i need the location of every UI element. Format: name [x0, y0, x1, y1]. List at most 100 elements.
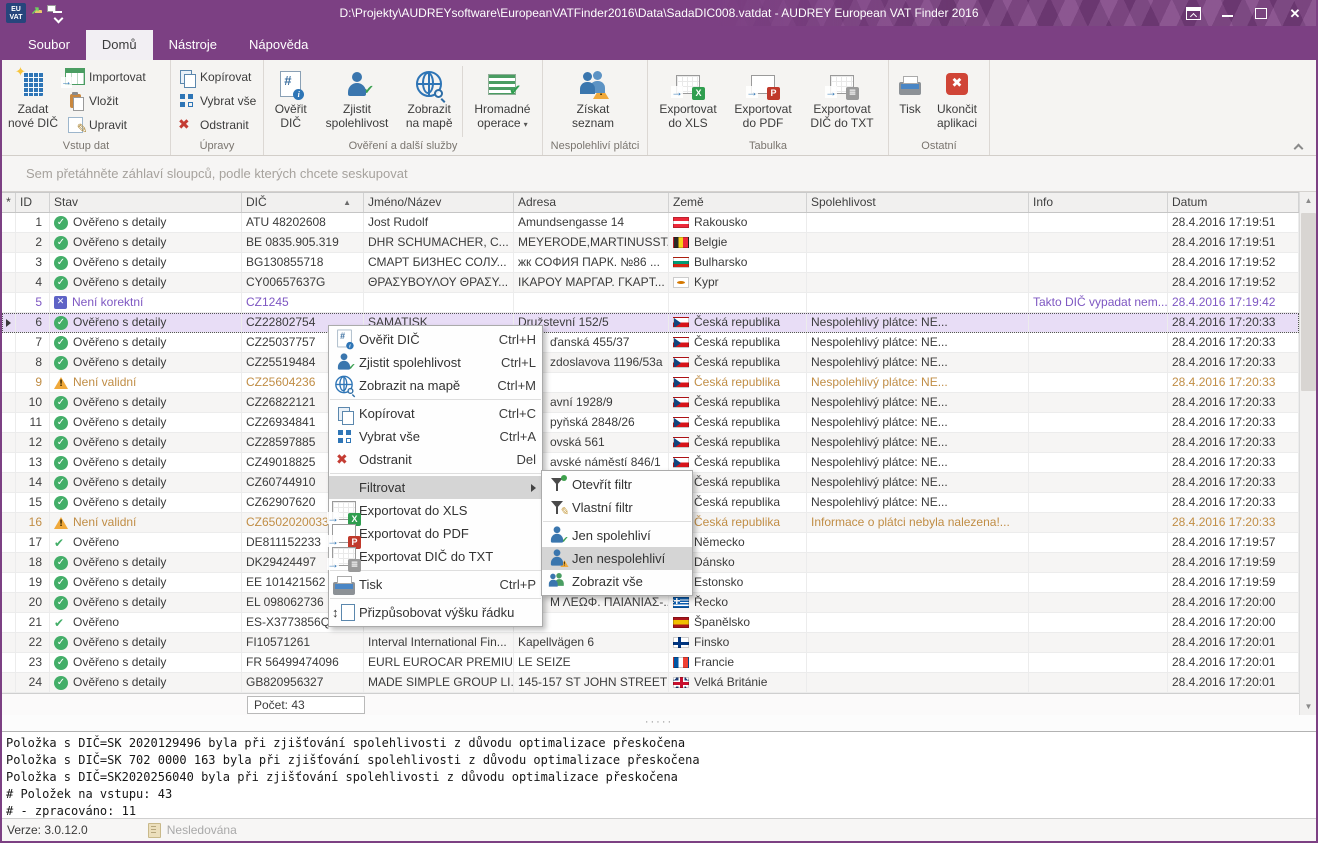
- ribbon-button-ziskat-seznam[interactable]: Získatseznam: [545, 62, 641, 130]
- cell-stav[interactable]: Ověřeno s detaily: [50, 673, 242, 693]
- column-header-name[interactable]: Jméno/Název: [364, 193, 514, 212]
- cell-info[interactable]: [1029, 413, 1168, 433]
- cell-country[interactable]: Česká republika: [669, 433, 807, 453]
- cell-rel[interactable]: Nespolehlivý plátce: NE...: [807, 453, 1029, 473]
- cell-datum[interactable]: 28.4.2016 17:20:33: [1168, 393, 1299, 413]
- cell-info[interactable]: [1029, 253, 1168, 273]
- cell-id[interactable]: 20: [16, 593, 50, 613]
- cell-stav[interactable]: Ověřeno s detaily: [50, 253, 242, 273]
- cell-id[interactable]: 13: [16, 453, 50, 473]
- cell-stav[interactable]: Ověřeno s detaily: [50, 233, 242, 253]
- cell-id[interactable]: 9: [16, 373, 50, 393]
- table-row[interactable]: 20Ověřeno s detailyEL 098062736Μ ΛΕΩΦ. Π…: [2, 593, 1299, 613]
- cell-id[interactable]: 23: [16, 653, 50, 673]
- cell-country[interactable]: Česká republika: [669, 373, 807, 393]
- group-by-drop-zone[interactable]: Sem přetáhněte záhlaví sloupců, podle kt…: [2, 156, 1316, 192]
- column-header-country[interactable]: Země: [669, 193, 807, 212]
- ribbon-button-zobrazit-na-mape[interactable]: Zobrazitna mapě: [399, 62, 460, 130]
- cell-country[interactable]: Česká republika: [669, 313, 807, 333]
- cell-rel[interactable]: Nespolehlivý plátce: NE...: [807, 333, 1029, 353]
- cell-datum[interactable]: 28.4.2016 17:20:33: [1168, 453, 1299, 473]
- cell-rel[interactable]: [807, 613, 1029, 633]
- menu-item-odstranit[interactable]: OdstranitDel: [329, 448, 542, 471]
- cell-info[interactable]: [1029, 273, 1168, 293]
- cell-stav[interactable]: Ověřeno: [50, 613, 242, 633]
- cell-info[interactable]: Takto DIČ vypadat nem...: [1029, 293, 1168, 313]
- cell-datum[interactable]: 28.4.2016 17:19:59: [1168, 553, 1299, 573]
- cell-datum[interactable]: 28.4.2016 17:19:52: [1168, 273, 1299, 293]
- table-row[interactable]: 11Ověřeno s detailyCZ26934841pyňská 2848…: [2, 413, 1299, 433]
- cell-addr[interactable]: жк СОФИЯ ПАРК. №86 ...: [514, 253, 669, 273]
- cell-addr[interactable]: [514, 293, 669, 313]
- table-row[interactable]: 4Ověřeno s detailyCY00657637GΘΡΑΣΥΒΟΥΛΟΥ…: [2, 273, 1299, 293]
- cell-country[interactable]: Česká republika: [669, 413, 807, 433]
- cell-addr[interactable]: MEYERODE,MARTINUSST...: [514, 233, 669, 253]
- menu-item-filtrovat[interactable]: Filtrovat: [329, 476, 542, 499]
- cell-datum[interactable]: 28.4.2016 17:20:01: [1168, 673, 1299, 693]
- table-row[interactable]: 9Není validníCZ25604236Česká republikaNe…: [2, 373, 1299, 393]
- table-row[interactable]: 23Ověřeno s detailyFR 56499474096EURL EU…: [2, 653, 1299, 673]
- cell-name[interactable]: EURL EUROCAR PREMIU...: [364, 653, 514, 673]
- cell-info[interactable]: [1029, 533, 1168, 553]
- menu-item-exportovat-do-xls[interactable]: Exportovat do XLS: [329, 499, 542, 522]
- tab-napoveda[interactable]: Nápověda: [233, 30, 324, 60]
- cell-info[interactable]: [1029, 633, 1168, 653]
- cell-addr[interactable]: Kapellvägen 6: [514, 633, 669, 653]
- menu-item-prizpusobovat-vysku-radku[interactable]: Přizpůsobovat výšku řádku: [329, 601, 542, 624]
- cell-rel[interactable]: Nespolehlivý plátce: NE...: [807, 373, 1029, 393]
- cell-name[interactable]: Interval International Fin...: [364, 633, 514, 653]
- collapse-ribbon-chevron-icon[interactable]: [1294, 142, 1302, 150]
- vertical-scrollbar[interactable]: ▲ ▼: [1299, 192, 1317, 715]
- ribbon-button-zadat-nove-dic[interactable]: Zadatnové DIČ: [4, 62, 62, 130]
- cell-stav[interactable]: Ověřeno s detaily: [50, 593, 242, 613]
- ribbon-button-zjistit-spolehlivost[interactable]: Zjistitspolehlivost: [315, 62, 398, 130]
- cell-country[interactable]: Francie: [669, 653, 807, 673]
- cell-stav[interactable]: Ověřeno s detaily: [50, 433, 242, 453]
- cell-id[interactable]: 4: [16, 273, 50, 293]
- cell-dic[interactable]: BE 0835.905.319: [242, 233, 364, 253]
- table-row[interactable]: 10Ověřeno s detailyCZ26822121avní 1928/9…: [2, 393, 1299, 413]
- cell-indicator[interactable]: [2, 673, 16, 693]
- cell-info[interactable]: [1029, 453, 1168, 473]
- cell-indicator[interactable]: [2, 213, 16, 233]
- cell-stav[interactable]: Ověřeno s detaily: [50, 393, 242, 413]
- cell-indicator[interactable]: [2, 633, 16, 653]
- cell-stav[interactable]: Ověřeno s detaily: [50, 333, 242, 353]
- cell-datum[interactable]: 28.4.2016 17:20:33: [1168, 333, 1299, 353]
- cell-stav[interactable]: Ověřeno s detaily: [50, 453, 242, 473]
- cell-indicator[interactable]: [2, 313, 16, 333]
- cell-rel[interactable]: Nespolehlivý plátce: NE...: [807, 473, 1029, 493]
- cell-rel[interactable]: [807, 533, 1029, 553]
- cell-rel[interactable]: Informace o plátci nebyla nalezena!...: [807, 513, 1029, 533]
- cell-country[interactable]: Velká Británie: [669, 673, 807, 693]
- tab-soubor[interactable]: Soubor: [12, 30, 86, 60]
- menu-item-zobrazit-vse[interactable]: Zobrazit vše: [542, 570, 692, 593]
- ribbon-button-exportovat-dic-do-txt[interactable]: ExportovatDIČ do TXT: [800, 62, 884, 130]
- table-row[interactable]: 7Ověřeno s detailyCZ25037757ďanská 455/3…: [2, 333, 1299, 353]
- cell-id[interactable]: 17: [16, 533, 50, 553]
- cell-country[interactable]: Česká republika: [669, 353, 807, 373]
- cell-id[interactable]: 24: [16, 673, 50, 693]
- cell-name[interactable]: Jost Rudolf: [364, 213, 514, 233]
- column-header-info[interactable]: Info: [1029, 193, 1168, 212]
- cell-addr[interactable]: LE SEIZE: [514, 653, 669, 673]
- cell-stav[interactable]: Není validní: [50, 513, 242, 533]
- close-button[interactable]: ✕: [1278, 0, 1312, 26]
- cell-rel[interactable]: [807, 273, 1029, 293]
- cell-indicator[interactable]: [2, 393, 16, 413]
- cell-stav[interactable]: Není validní: [50, 373, 242, 393]
- cell-id[interactable]: 14: [16, 473, 50, 493]
- cell-country[interactable]: [669, 293, 807, 313]
- table-row[interactable]: 5Není korektníCZ1245Takto DIČ vypadat ne…: [2, 293, 1299, 313]
- cell-country[interactable]: Bulharsko: [669, 253, 807, 273]
- column-header-addr[interactable]: Adresa: [514, 193, 669, 212]
- cell-country[interactable]: Česká republika: [669, 393, 807, 413]
- cell-name[interactable]: СМАРТ БИЗНЕС СОЛУ...: [364, 253, 514, 273]
- cell-country[interactable]: Kypr: [669, 273, 807, 293]
- cell-info[interactable]: [1029, 473, 1168, 493]
- cell-indicator[interactable]: [2, 573, 16, 593]
- cell-datum[interactable]: 28.4.2016 17:20:01: [1168, 653, 1299, 673]
- ribbon-button-overit-dic[interactable]: OvěřitDIČ: [266, 62, 315, 130]
- cell-datum[interactable]: 28.4.2016 17:19:51: [1168, 233, 1299, 253]
- table-row[interactable]: 21OvěřenoES-X3773856QŠpanělsko28.4.2016 …: [2, 613, 1299, 633]
